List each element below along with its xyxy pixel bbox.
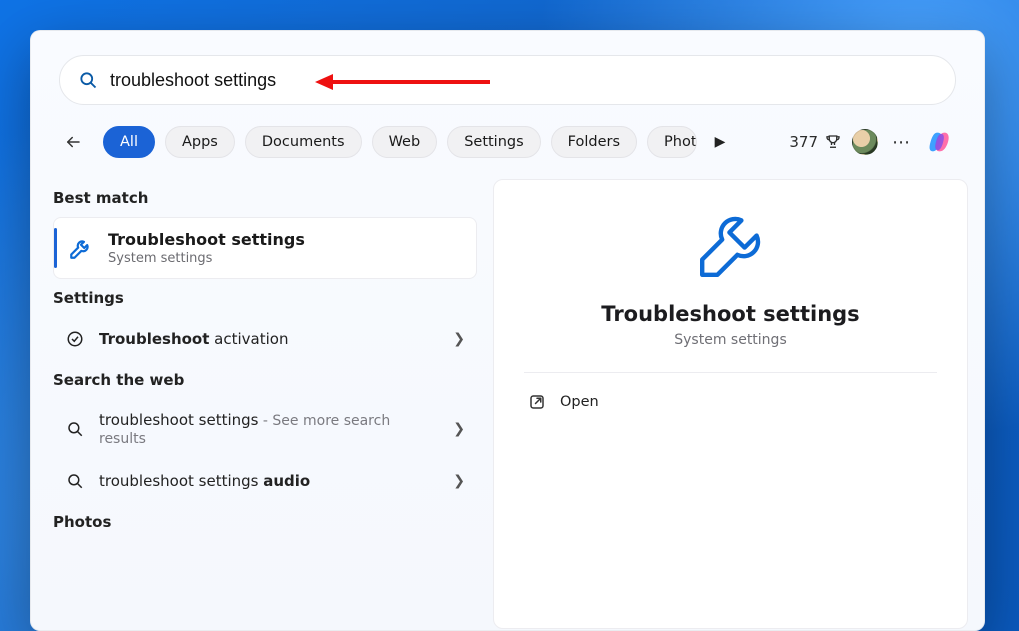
- best-match-title: Troubleshoot settings: [108, 230, 305, 249]
- open-label: Open: [560, 394, 599, 410]
- filter-folders[interactable]: Folders: [551, 126, 637, 158]
- results-column: Best match Troubleshoot settings System …: [47, 179, 477, 629]
- rewards-points[interactable]: 377: [789, 133, 842, 151]
- chevron-right-icon: ❯: [453, 331, 465, 347]
- settings-result-label: Troubleshoot activation: [99, 330, 439, 348]
- search-input[interactable]: [108, 69, 937, 92]
- back-button[interactable]: [59, 128, 87, 156]
- search-icon: [78, 70, 98, 90]
- settings-result-troubleshoot-activation[interactable]: Troubleshoot activation ❯: [53, 317, 477, 361]
- web-result-label: troubleshoot settings audio: [99, 472, 439, 490]
- more-menu[interactable]: ⋯: [888, 132, 916, 153]
- filters-scroll-right[interactable]: ▶: [707, 134, 733, 150]
- filter-bar: All Apps Documents Web Settings Folders …: [59, 123, 956, 161]
- preview-pane: Troubleshoot settings System settings Op…: [493, 179, 968, 629]
- settings-heading: Settings: [53, 289, 477, 307]
- copilot-button[interactable]: [926, 127, 956, 157]
- best-match-heading: Best match: [53, 189, 477, 207]
- search-bar[interactable]: [59, 55, 956, 105]
- copilot-icon: [927, 128, 955, 156]
- wrench-icon-large: [691, 206, 771, 286]
- open-icon: [528, 393, 546, 411]
- chevron-right-icon: ❯: [453, 473, 465, 489]
- search-web-heading: Search the web: [53, 371, 477, 389]
- filter-all[interactable]: All: [103, 126, 155, 158]
- filter-apps[interactable]: Apps: [165, 126, 235, 158]
- web-result-label: troubleshoot settings - See more search …: [99, 411, 439, 447]
- wrench-icon: [68, 235, 94, 261]
- preview-title: Troubleshoot settings: [601, 302, 859, 326]
- filter-documents[interactable]: Documents: [245, 126, 362, 158]
- filter-settings[interactable]: Settings: [447, 126, 540, 158]
- account-avatar[interactable]: [852, 129, 878, 155]
- open-action[interactable]: Open: [524, 373, 937, 419]
- check-circle-icon: [65, 329, 85, 349]
- filter-web[interactable]: Web: [372, 126, 438, 158]
- search-panel: All Apps Documents Web Settings Folders …: [30, 30, 985, 631]
- search-icon: [65, 471, 85, 491]
- web-result-see-more[interactable]: troubleshoot settings - See more search …: [53, 399, 477, 459]
- filter-photos[interactable]: Photos: [647, 126, 697, 158]
- best-match-result[interactable]: Troubleshoot settings System settings: [53, 217, 477, 279]
- chevron-right-icon: ❯: [453, 421, 465, 437]
- rewards-points-value: 377: [789, 133, 818, 151]
- trophy-icon: [824, 133, 842, 151]
- web-result-audio[interactable]: troubleshoot settings audio ❯: [53, 459, 477, 503]
- photos-heading: Photos: [53, 513, 477, 531]
- preview-subtitle: System settings: [674, 332, 787, 348]
- best-match-subtitle: System settings: [108, 251, 305, 266]
- desktop-wallpaper: All Apps Documents Web Settings Folders …: [0, 0, 1019, 631]
- search-icon: [65, 419, 85, 439]
